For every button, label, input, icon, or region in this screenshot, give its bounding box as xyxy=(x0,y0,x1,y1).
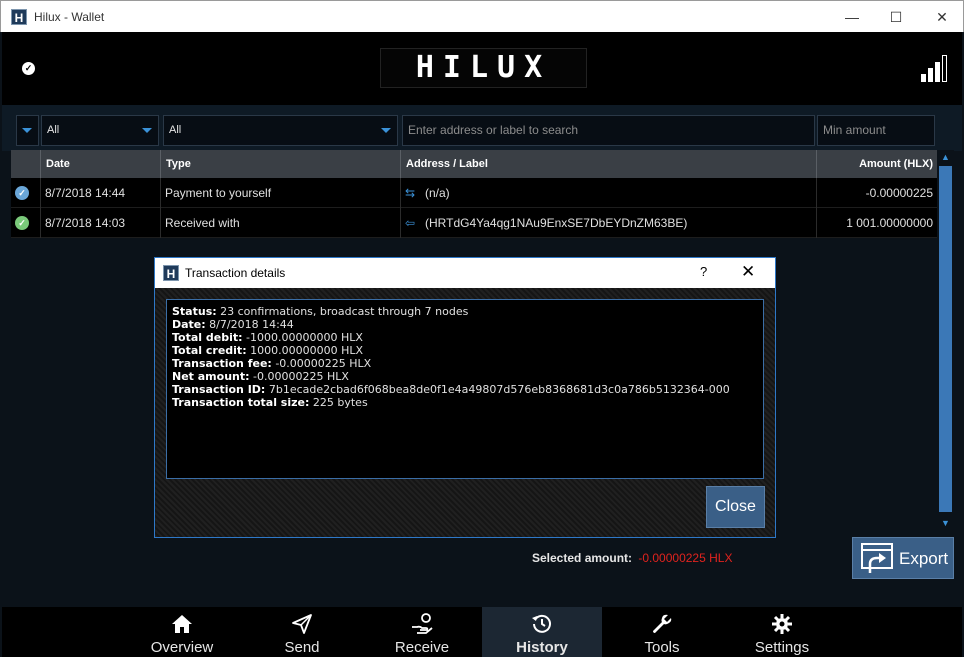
nav-history-label: History xyxy=(516,639,568,656)
date-column-header[interactable]: Date xyxy=(40,150,160,178)
type-filter-value: All xyxy=(169,124,182,136)
dialog-title: Transaction details xyxy=(185,266,286,280)
type-filter-select[interactable]: All xyxy=(163,115,398,146)
confirmed-status-icon: ✓ xyxy=(15,186,29,200)
row-date: 8/7/2018 14:44 xyxy=(40,178,160,208)
detail-net-amount: Net amount: -0.00000225 HLX xyxy=(172,370,349,383)
sync-check-icon[interactable]: ✓ xyxy=(22,62,35,75)
row-type: Received with xyxy=(160,208,400,238)
window-title: Hilux - Wallet xyxy=(34,10,105,24)
address-column-header[interactable]: Address / Label xyxy=(400,150,816,178)
row-address-text: (n/a) xyxy=(425,186,450,200)
filter-bar: All All Enter address or label to search… xyxy=(2,105,962,151)
row-amount: 1 001.00000000 xyxy=(816,208,937,238)
table-row[interactable]: ✓ 8/7/2018 14:03 Received with ⇦ (HRTdG4Y… xyxy=(11,208,937,238)
selected-amount: Selected amount: -0.00000225 HLX xyxy=(532,551,732,565)
selected-amount-value: -0.00000225 HLX xyxy=(638,551,733,565)
table-header: Date Type Address / Label Amount (HLX) xyxy=(11,150,937,178)
min-amount-input[interactable]: Min amount xyxy=(817,115,935,146)
date-filter-value: All xyxy=(47,124,60,136)
detail-transaction-fee: Transaction fee: -0.00000225 HLX xyxy=(172,357,372,370)
minimize-button[interactable]: — xyxy=(829,1,875,33)
chevron-down-icon xyxy=(142,128,152,133)
wrench-icon xyxy=(653,614,672,633)
self-transfer-icon: ⇆ xyxy=(405,186,416,200)
nav-tools-label: Tools xyxy=(644,639,680,656)
type-column-header[interactable]: Type xyxy=(160,150,400,178)
confirmed-status-icon: ✓ xyxy=(15,216,29,230)
history-icon xyxy=(532,614,551,633)
dialog-close-icon[interactable]: ✕ xyxy=(741,262,755,282)
table-row[interactable]: ✓ 8/7/2018 14:44 Payment to yourself ⇆ (n… xyxy=(11,178,937,208)
chevron-down-icon xyxy=(381,128,391,133)
nav-send[interactable]: Send xyxy=(242,607,362,657)
row-date: 8/7/2018 14:03 xyxy=(40,208,160,238)
close-button[interactable]: Close xyxy=(706,486,765,528)
scroll-thumb[interactable] xyxy=(939,166,952,512)
home-icon xyxy=(172,615,192,633)
row-address: ⇦ (HRTdG4Ya4qg1NAu9EnxSE7DbEYDnZM63BE) xyxy=(400,208,816,238)
bottom-navigation: Overview Send Receive History Tools Sett… xyxy=(2,607,962,657)
selected-amount-label: Selected amount: xyxy=(532,551,633,565)
nav-settings-label: Settings xyxy=(754,639,810,656)
detail-total-debit: Total debit: -1000.00000000 HLX xyxy=(172,331,363,344)
detail-total-size: Transaction total size: 225 bytes xyxy=(172,396,368,409)
detail-date: Date: 8/7/2018 14:44 xyxy=(172,318,294,331)
nav-receive-label: Receive xyxy=(394,639,450,656)
nav-receive[interactable]: Receive xyxy=(362,607,482,657)
row-address: ⇆ (n/a) xyxy=(400,178,816,208)
nav-tools[interactable]: Tools xyxy=(602,607,722,657)
scroll-up-arrow-icon[interactable]: ▲ xyxy=(937,150,954,164)
scroll-down-arrow-icon[interactable]: ▼ xyxy=(937,516,954,530)
transaction-details-text[interactable]: Status: 23 confirmations, broadcast thro… xyxy=(166,299,764,479)
signal-strength-icon[interactable] xyxy=(921,54,951,82)
status-column-header[interactable] xyxy=(11,150,40,178)
nav-history[interactable]: History xyxy=(482,607,602,657)
export-icon xyxy=(861,543,893,573)
paper-plane-icon xyxy=(292,614,312,634)
transaction-details-dialog: H Transaction details ? ✕ Status: 23 con… xyxy=(154,257,776,538)
dialog-body: Status: 23 confirmations, broadcast thro… xyxy=(155,288,775,537)
receive-arrow-icon: ⇦ xyxy=(405,216,416,230)
nav-overview[interactable]: Overview xyxy=(122,607,242,657)
table-scrollbar[interactable]: ▲ ▼ xyxy=(937,150,954,530)
hilux-logo: HILUX xyxy=(380,48,587,88)
row-address-text: (HRTdG4Ya4qg1NAu9EnxSE7DbEYDnZM63BE) xyxy=(425,216,688,230)
export-button[interactable]: Export xyxy=(852,537,954,579)
app-header: ✓ HILUX xyxy=(2,32,962,105)
detail-total-credit: Total credit: 1000.00000000 HLX xyxy=(172,344,364,357)
nav-overview-label: Overview xyxy=(150,639,214,656)
window-titlebar: H Hilux - Wallet — ☐ ✕ xyxy=(0,0,964,32)
amount-column-header[interactable]: Amount (HLX) xyxy=(816,150,937,178)
chevron-down-icon xyxy=(22,128,32,133)
nav-settings[interactable]: Settings xyxy=(722,607,842,657)
window-close-button[interactable]: ✕ xyxy=(919,1,964,33)
row-type: Payment to yourself xyxy=(160,178,400,208)
app-logo-icon: H xyxy=(11,9,27,25)
export-label: Export xyxy=(899,549,949,568)
watch-only-filter[interactable] xyxy=(16,115,39,146)
maximize-button[interactable]: ☐ xyxy=(873,1,919,33)
app-logo-icon: H xyxy=(163,265,179,281)
dialog-titlebar: H Transaction details ? ✕ xyxy=(155,258,775,288)
nav-send-label: Send xyxy=(284,639,320,656)
detail-status: Status: 23 confirmations, broadcast thro… xyxy=(172,305,469,318)
row-amount: -0.00000225 xyxy=(816,178,937,208)
gear-icon xyxy=(772,614,792,634)
detail-transaction-id: Transaction ID: 7b1ecade2cbad6f068bea8de… xyxy=(172,383,730,396)
date-filter-select[interactable]: All xyxy=(41,115,159,146)
help-button[interactable]: ? xyxy=(700,264,707,279)
hand-coin-icon xyxy=(412,613,433,634)
address-search-input[interactable]: Enter address or label to search xyxy=(402,115,815,146)
